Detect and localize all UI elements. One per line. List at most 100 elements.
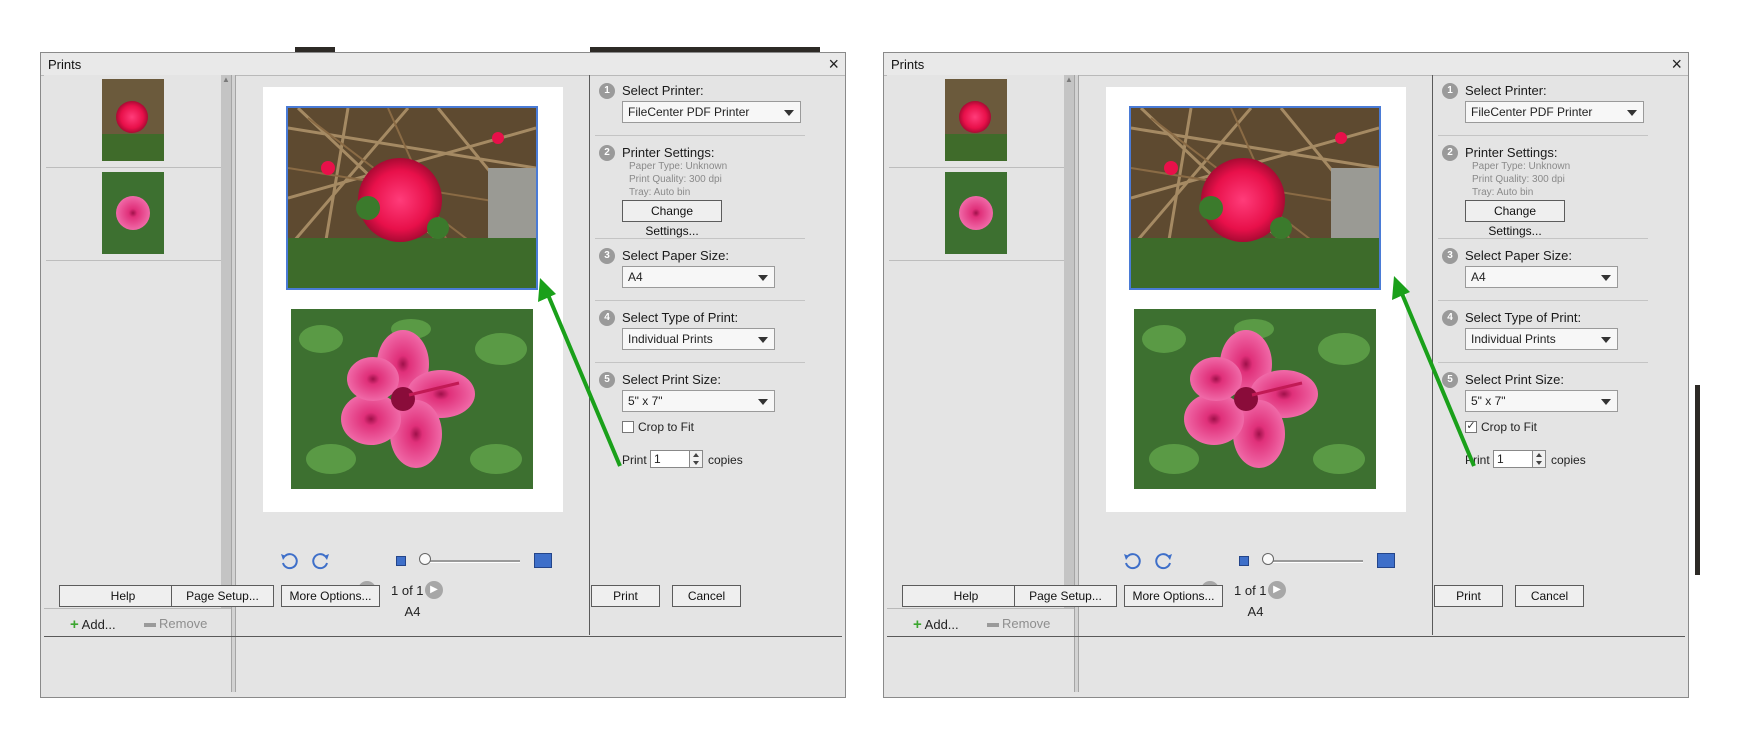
zoom-slider-track[interactable] bbox=[423, 560, 520, 563]
chevron-down-icon bbox=[1627, 110, 1637, 116]
step-5-badge: 5 bbox=[599, 372, 615, 388]
stepper-up-icon[interactable] bbox=[1536, 453, 1542, 457]
next-page-button[interactable]: ▶ bbox=[1268, 581, 1286, 599]
more-options-button[interactable]: More Options... bbox=[281, 585, 380, 607]
chevron-down-icon bbox=[758, 399, 768, 405]
thumbnail-scrollbar[interactable]: ▲ ▼ bbox=[221, 75, 231, 608]
thumbnail-list[interactable] bbox=[887, 75, 1064, 608]
print-type-dropdown[interactable]: Individual Prints bbox=[1465, 328, 1618, 350]
change-settings-button[interactable]: Change Settings... bbox=[622, 200, 722, 238]
pink-hibiscus-thumbnail-image bbox=[102, 172, 164, 254]
print-button[interactable]: Print bbox=[1434, 585, 1503, 607]
printer-value: FileCenter PDF Printer bbox=[628, 105, 750, 119]
crop-to-fit-label[interactable]: Crop to Fit bbox=[1481, 420, 1537, 434]
zoom-in-icon[interactable] bbox=[1377, 553, 1395, 568]
close-icon[interactable]: × bbox=[1671, 53, 1682, 75]
paper-size-label: Select Paper Size: bbox=[622, 248, 729, 263]
select-printer-label: Select Printer: bbox=[1465, 83, 1547, 98]
print-size-label: Select Print Size: bbox=[1465, 372, 1564, 387]
red-flower-photo[interactable] bbox=[286, 106, 538, 290]
zoom-out-icon[interactable] bbox=[1239, 556, 1249, 566]
copies-input[interactable]: 1 bbox=[650, 450, 690, 468]
zoom-slider-handle[interactable] bbox=[419, 553, 431, 565]
stepper-down-icon[interactable] bbox=[1536, 461, 1542, 465]
divider bbox=[1438, 135, 1648, 136]
change-settings-button[interactable]: Change Settings... bbox=[1465, 200, 1565, 238]
tray-text: Tray: Auto bin bbox=[1472, 187, 1534, 198]
pink-hibiscus-photo[interactable] bbox=[291, 309, 533, 489]
add-label: Add... bbox=[81, 617, 116, 632]
next-page-button[interactable]: ▶ bbox=[425, 581, 443, 599]
footer-divider bbox=[44, 636, 842, 637]
add-remove-bar: + Add... Remove bbox=[44, 608, 231, 636]
crop-to-fit-checkbox[interactable] bbox=[622, 421, 634, 433]
thumbnail-scrollbar[interactable]: ▲ ▼ bbox=[1064, 75, 1074, 608]
add-button[interactable]: + Add... bbox=[70, 616, 116, 633]
step-3-badge: 3 bbox=[1442, 248, 1458, 264]
divider bbox=[595, 362, 805, 363]
printer-dropdown[interactable]: FileCenter PDF Printer bbox=[622, 101, 801, 123]
copies-input[interactable]: 1 bbox=[1493, 450, 1533, 468]
remove-button[interactable]: Remove bbox=[987, 616, 1050, 631]
title-bar: Prints × bbox=[41, 53, 845, 76]
remove-label: Remove bbox=[159, 616, 208, 631]
step-4-badge: 4 bbox=[599, 310, 615, 326]
chevron-down-icon bbox=[758, 337, 768, 343]
print-size-dropdown[interactable]: 5" x 7" bbox=[1465, 390, 1618, 412]
rotate-left-icon[interactable] bbox=[279, 551, 299, 571]
help-button[interactable]: Help bbox=[59, 585, 187, 607]
copies-word: copies bbox=[1551, 453, 1586, 467]
minus-icon bbox=[144, 622, 156, 627]
help-button[interactable]: Help bbox=[902, 585, 1030, 607]
step-1-badge: 1 bbox=[1442, 83, 1458, 99]
zoom-slider-track[interactable] bbox=[1266, 560, 1363, 563]
more-options-button[interactable]: More Options... bbox=[1124, 585, 1223, 607]
copies-stepper[interactable] bbox=[689, 450, 703, 468]
plus-icon: + bbox=[70, 616, 79, 633]
dialog-title: Prints bbox=[48, 57, 82, 72]
rotate-right-icon[interactable] bbox=[311, 551, 331, 571]
stepper-down-icon[interactable] bbox=[693, 461, 699, 465]
scroll-up-icon[interactable]: ▲ bbox=[222, 75, 230, 84]
step-1-badge: 1 bbox=[599, 83, 615, 99]
zoom-slider-handle[interactable] bbox=[1262, 553, 1274, 565]
step-2-badge: 2 bbox=[1442, 145, 1458, 161]
scroll-up-icon[interactable]: ▲ bbox=[1065, 75, 1073, 84]
crop-to-fit-checkbox[interactable]: ✓ bbox=[1465, 421, 1477, 433]
pink-hibiscus-photo[interactable] bbox=[1134, 309, 1376, 489]
cancel-button[interactable]: Cancel bbox=[672, 585, 741, 607]
paper-size-dropdown[interactable]: A4 bbox=[1465, 266, 1618, 288]
stepper-up-icon[interactable] bbox=[693, 453, 699, 457]
paper-size-dropdown[interactable]: A4 bbox=[622, 266, 775, 288]
page-preview bbox=[263, 87, 563, 512]
paper-type-text: Paper Type: Unknown bbox=[1472, 161, 1571, 172]
print-type-dropdown[interactable]: Individual Prints bbox=[622, 328, 775, 350]
print-size-dropdown[interactable]: 5" x 7" bbox=[622, 390, 775, 412]
thumbnail-list[interactable] bbox=[44, 75, 221, 608]
rotate-left-icon[interactable] bbox=[1122, 551, 1142, 571]
zoom-in-icon[interactable] bbox=[534, 553, 552, 568]
preview-controls bbox=[1079, 550, 1432, 570]
print-quality-text: Print Quality: 300 dpi bbox=[1472, 174, 1565, 185]
rotate-right-icon[interactable] bbox=[1154, 551, 1174, 571]
thumbnail-pink-hibiscus[interactable] bbox=[46, 168, 221, 261]
page-setup-button[interactable]: Page Setup... bbox=[1014, 585, 1117, 607]
chevron-down-icon bbox=[1601, 399, 1611, 405]
print-button[interactable]: Print bbox=[591, 585, 660, 607]
printer-dropdown[interactable]: FileCenter PDF Printer bbox=[1465, 101, 1644, 123]
red-flower-photo[interactable] bbox=[1129, 106, 1381, 290]
thumbnail-red-flower[interactable] bbox=[46, 75, 221, 168]
add-button[interactable]: + Add... bbox=[913, 616, 959, 633]
thumbnail-red-flower[interactable] bbox=[889, 75, 1064, 168]
page-setup-button[interactable]: Page Setup... bbox=[171, 585, 274, 607]
print-type-value: Individual Prints bbox=[1471, 332, 1556, 346]
copies-stepper[interactable] bbox=[1532, 450, 1546, 468]
divider bbox=[595, 135, 805, 136]
cancel-button[interactable]: Cancel bbox=[1515, 585, 1584, 607]
zoom-out-icon[interactable] bbox=[396, 556, 406, 566]
close-icon[interactable]: × bbox=[828, 53, 839, 75]
page-indicator: 1 of 1 bbox=[1234, 583, 1267, 598]
remove-button[interactable]: Remove bbox=[144, 616, 207, 631]
thumbnail-pink-hibiscus[interactable] bbox=[889, 168, 1064, 261]
crop-to-fit-label[interactable]: Crop to Fit bbox=[638, 420, 694, 434]
